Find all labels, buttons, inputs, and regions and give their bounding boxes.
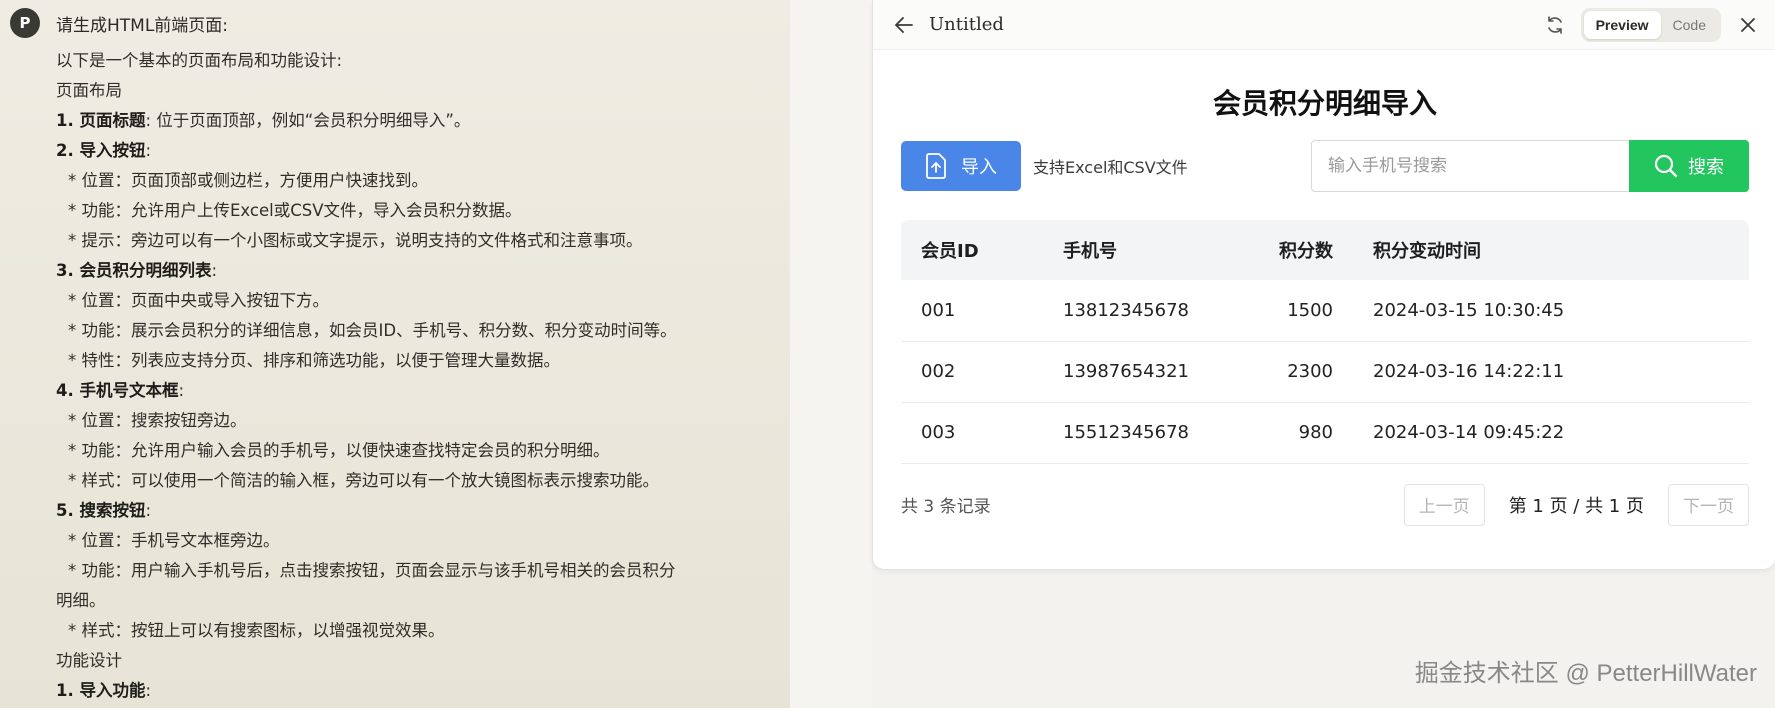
cell-points: 1500: [1253, 280, 1353, 342]
table-header-row: 会员ID 手机号 积分数 积分变动时间: [901, 220, 1749, 280]
section-heading-function: 功能设计: [56, 651, 122, 670]
table-row: 002 13987654321 2300 2024-03-16 14:22:11: [901, 341, 1749, 403]
list-subitem: * 功能：用户输入手机号后，点击搜索按钮，页面会显示与该手机号相关的会员积分: [68, 561, 676, 580]
user-prompt: 请生成HTML前端页面:: [56, 15, 229, 36]
list-item-text: :: [211, 261, 218, 280]
next-page-button[interactable]: 下一页: [1668, 483, 1749, 526]
assistant-response: 以下是一个基本的页面布局和功能设计: 页面布局 1. 页面标题: 位于页面顶部，…: [10, 46, 790, 706]
list-item: 2. 导入按钮:: [56, 136, 750, 166]
list-subitem: * 功能：允许用户输入会员的手机号，以便快速查找特定会员的积分明细。: [68, 441, 610, 460]
list-item-text: :: [145, 681, 152, 700]
prev-page-button[interactable]: 上一页: [1403, 483, 1485, 526]
list-subitem-continuation: 明细。: [56, 591, 106, 610]
list-item: 1. 导入功能:: [56, 676, 750, 706]
list-item-text: : 位于页面顶部，例如“会员积分明细导入”。: [145, 111, 471, 130]
cell-phone: 15512345678: [1043, 402, 1253, 464]
list-item-title: 4. 手机号文本框: [56, 381, 179, 400]
cell-phone: 13812345678: [1043, 280, 1253, 342]
list-subitem: * 样式：按钮上可以有搜索图标，以增强视觉效果。: [68, 621, 445, 640]
site-watermark: 掘金技术社区 @ PetterHillWater: [1414, 660, 1757, 687]
close-icon[interactable]: [1735, 12, 1761, 38]
phone-search-input[interactable]: [1311, 140, 1629, 192]
column-header[interactable]: 会员ID: [901, 220, 1043, 280]
list-item: 4. 手机号文本框:: [56, 376, 750, 406]
list-subitem: * 样式：可以使用一个简洁的输入框，旁边可以有一个放大镜图标表示搜索功能。: [68, 471, 659, 490]
column-header[interactable]: 手机号: [1043, 220, 1253, 280]
search-button[interactable]: 搜索: [1629, 140, 1749, 192]
cell-change-time: 2024-03-15 10:30:45: [1353, 280, 1749, 342]
pane-divider: [790, 0, 872, 708]
cell-points: 980: [1253, 402, 1353, 464]
list-item-text: :: [145, 501, 152, 520]
cell-member-id: 003: [901, 402, 1043, 464]
list-item-title: 3. 会员积分明细列表: [56, 261, 212, 280]
points-detail-table: 会员ID 手机号 积分数 积分变动时间 001 13812345678 1500…: [901, 220, 1749, 464]
search-button-label: 搜索: [1688, 157, 1724, 178]
view-toggle: Preview Code: [1580, 7, 1721, 42]
list-item-text: :: [145, 141, 152, 160]
list-item-title: 1. 导入功能: [56, 681, 146, 700]
chat-pane: P 请生成HTML前端页面: 以下是一个基本的页面布局和功能设计: 页面布局 1…: [0, 0, 790, 708]
list-item-title: 1. 页面标题: [56, 111, 146, 130]
list-item-text: :: [178, 381, 185, 400]
preview-header: Untitled Preview Code: [873, 0, 1775, 50]
chat-message-header: P 请生成HTML前端页面:: [10, 8, 790, 38]
back-arrow-icon[interactable]: [893, 14, 915, 36]
list-subitem: * 位置：手机号文本框旁边。: [68, 531, 280, 550]
artifact-preview-panel: Untitled Preview Code 会员积分明细导入 导入 支持Exce…: [872, 0, 1775, 570]
cell-change-time: 2024-03-14 09:45:22: [1353, 402, 1749, 464]
list-subitem: * 功能：展示会员积分的详细信息，如会员ID、手机号、积分数、积分变动时间等。: [68, 321, 677, 340]
list-subitem: * 位置：搜索按钮旁边。: [68, 411, 247, 430]
list-item-title: 5. 搜索按钮: [56, 501, 146, 520]
section-heading-layout: 页面布局: [56, 81, 122, 100]
column-header[interactable]: 积分变动时间: [1353, 220, 1749, 280]
import-button-label: 导入: [961, 157, 997, 178]
list-item-title: 2. 导入按钮: [56, 141, 146, 160]
cell-phone: 13987654321: [1043, 341, 1253, 403]
cell-change-time: 2024-03-16 14:22:11: [1353, 341, 1749, 403]
search-icon: [1654, 154, 1678, 178]
tab-preview[interactable]: Preview: [1583, 10, 1661, 39]
pagination: 共 3 条记录 上一页 第 1 页 / 共 1 页 下一页: [901, 483, 1749, 526]
table-row: 003 15512345678 980 2024-03-14 09:45:22: [901, 402, 1749, 464]
tab-code[interactable]: Code: [1661, 11, 1718, 39]
page-indicator: 第 1 页 / 共 1 页: [1508, 495, 1644, 517]
refresh-icon[interactable]: [1543, 13, 1567, 37]
list-subitem: * 功能：允许用户上传Excel或CSV文件，导入会员积分数据。: [68, 201, 522, 220]
list-item: 1. 页面标题: 位于页面顶部，例如“会员积分明细导入”。: [56, 106, 750, 136]
artifact-title: Untitled: [929, 14, 1004, 35]
import-button[interactable]: 导入: [901, 141, 1021, 191]
import-hint: 支持Excel和CSV文件: [1033, 158, 1188, 177]
cell-points: 2300: [1253, 341, 1353, 403]
cell-member-id: 001: [901, 280, 1043, 342]
page-title: 会员积分明细导入: [1212, 87, 1437, 120]
list-subitem: * 提示：旁边可以有一个小图标或文字提示，说明支持的文件格式和注意事项。: [68, 231, 643, 250]
user-avatar: P: [10, 8, 40, 38]
list-subitem: * 位置：页面顶部或侧边栏，方便用户快速找到。: [68, 171, 428, 190]
cell-member-id: 002: [901, 341, 1043, 403]
upload-file-icon: [925, 153, 947, 179]
list-item: 3. 会员积分明细列表:: [56, 256, 750, 286]
rendered-app: 会员积分明细导入 导入 支持Excel和CSV文件 搜索: [873, 86, 1775, 526]
list-subitem: * 位置：页面中央或导入按钮下方。: [68, 291, 329, 310]
column-header[interactable]: 积分数: [1253, 220, 1353, 280]
table-row: 001 13812345678 1500 2024-03-15 10:30:45: [901, 280, 1749, 342]
list-item: 5. 搜索按钮:: [56, 496, 750, 526]
toolbar: 导入 支持Excel和CSV文件 搜索: [901, 140, 1749, 192]
record-count: 共 3 条记录: [901, 497, 991, 517]
response-intro: 以下是一个基本的页面布局和功能设计:: [56, 51, 343, 70]
list-subitem: * 特性：列表应支持分页、排序和筛选功能，以便于管理大量数据。: [68, 351, 560, 370]
